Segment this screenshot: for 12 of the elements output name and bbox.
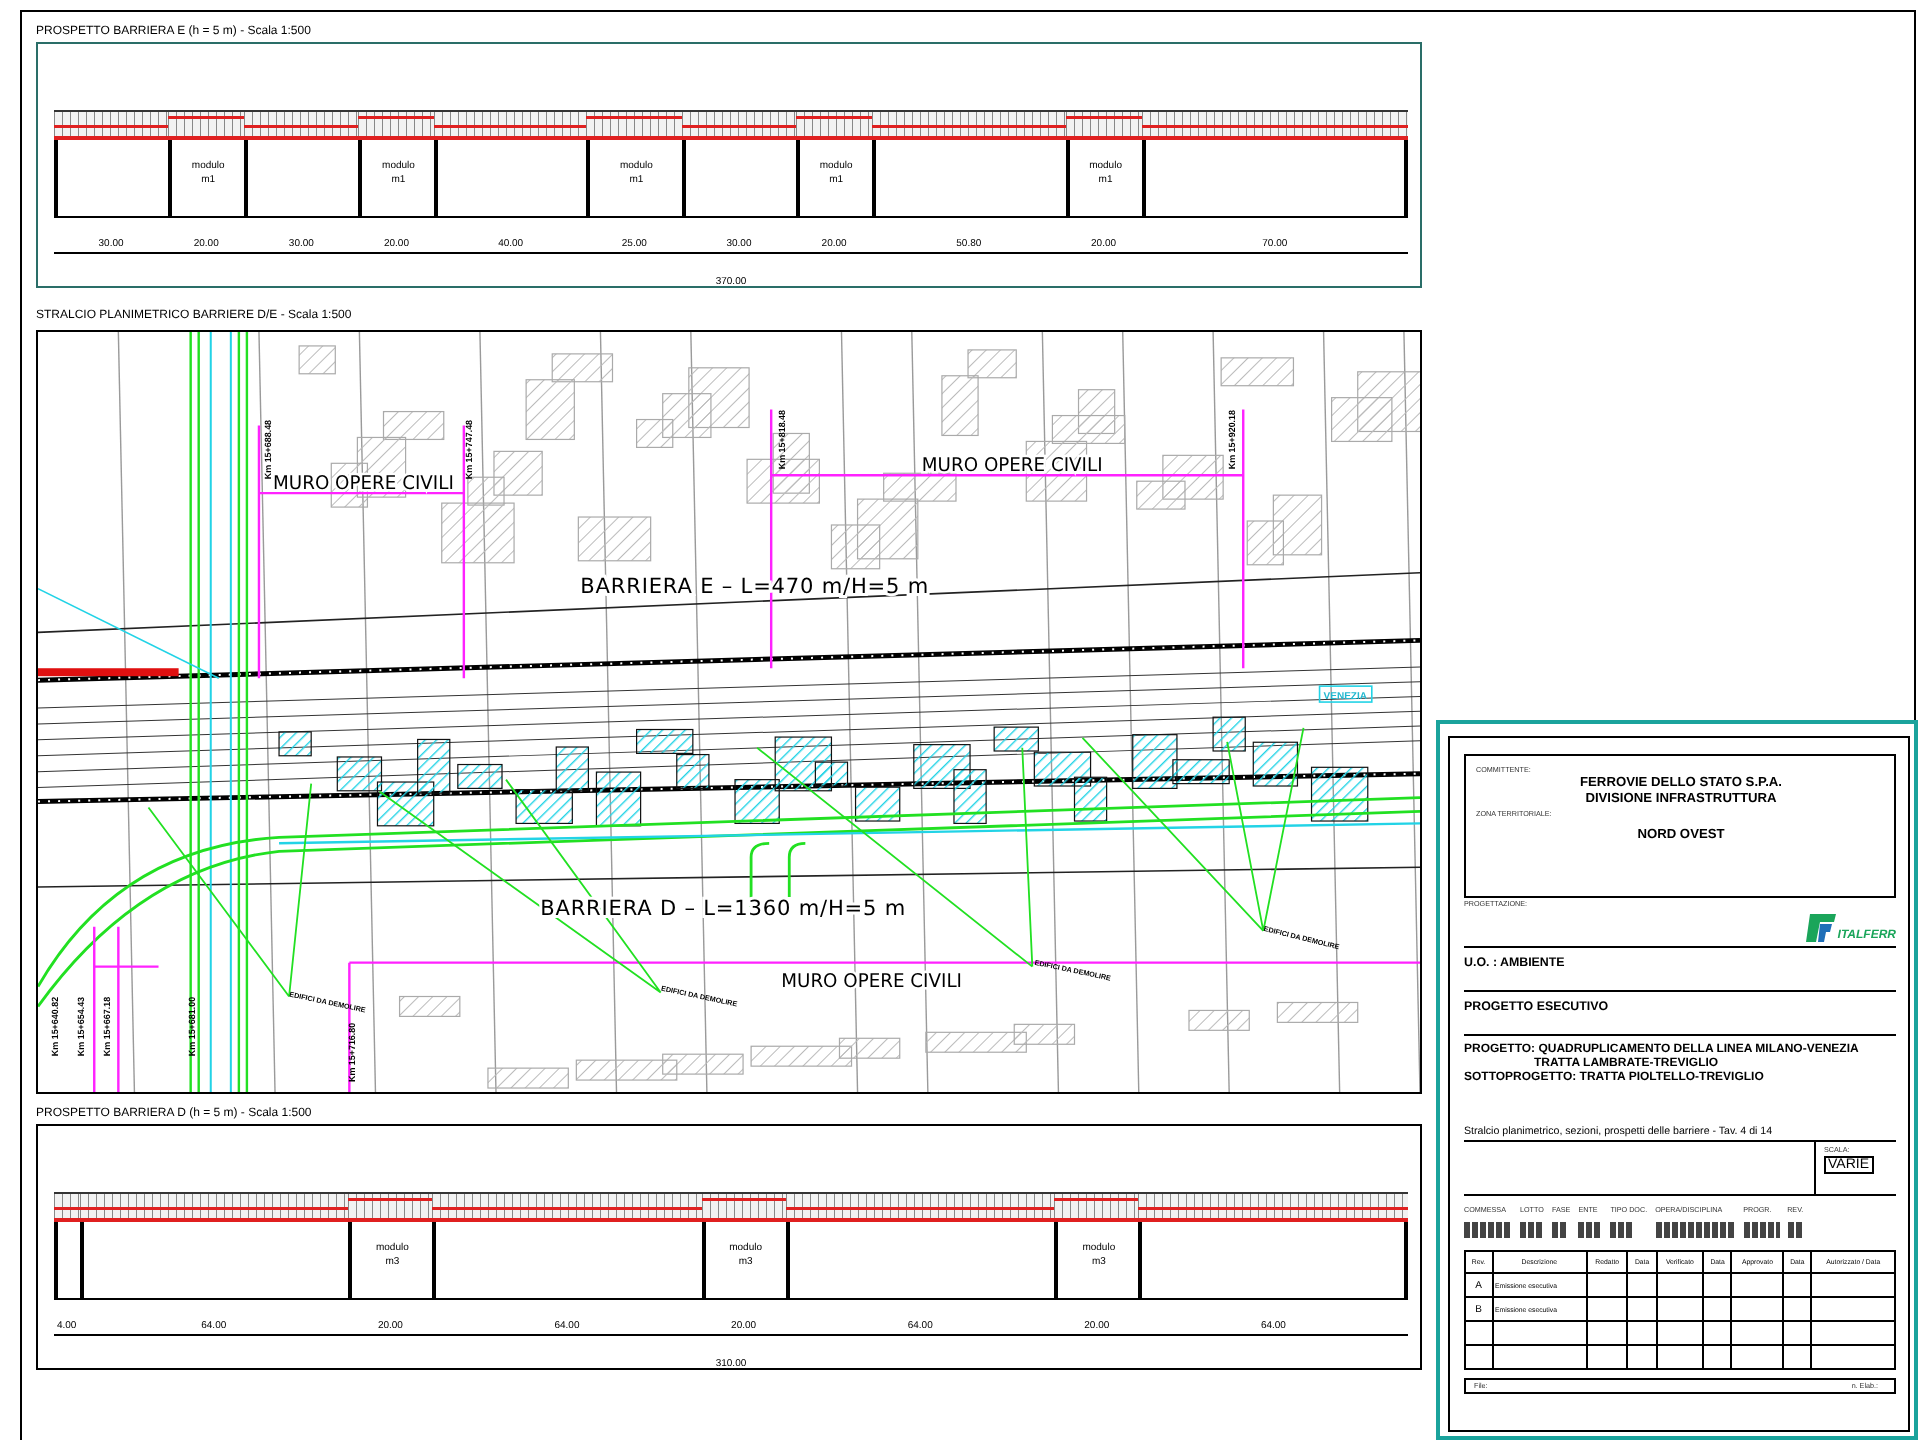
code-boxes bbox=[1578, 1222, 1603, 1238]
code-boxes bbox=[1655, 1222, 1736, 1238]
code-boxes bbox=[1552, 1222, 1568, 1238]
wall-label: MURO OPERE CIVILI bbox=[781, 970, 970, 993]
code-boxes bbox=[1787, 1222, 1804, 1238]
code-boxes bbox=[1464, 1222, 1512, 1238]
wall-label: MURO OPERE CIVILI bbox=[921, 455, 1111, 478]
logo-icon bbox=[1803, 914, 1836, 942]
code-boxes bbox=[1610, 1222, 1635, 1238]
code-boxes bbox=[1520, 1222, 1544, 1238]
wall-label: MURO OPERE CIVILI bbox=[273, 473, 462, 496]
code-boxes bbox=[1743, 1222, 1780, 1238]
